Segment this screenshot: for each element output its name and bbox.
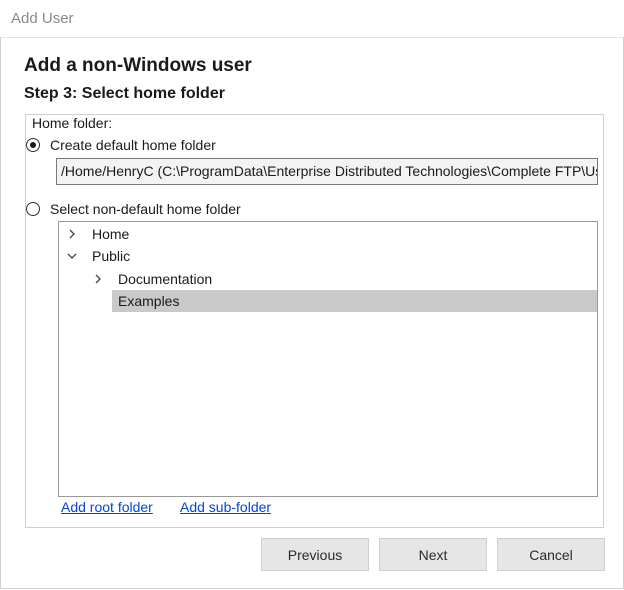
tree-node-label: Home <box>92 226 130 242</box>
cancel-button[interactable]: Cancel <box>497 538 605 571</box>
chevron-right-icon[interactable] <box>92 273 104 285</box>
tree-node-documentation[interactable]: Documentation <box>92 268 212 290</box>
folder-tree[interactable] <box>58 221 598 497</box>
tree-node-label: Public <box>92 248 131 264</box>
tree-node-home[interactable]: Home <box>66 223 129 245</box>
radio-select-non-default[interactable]: Select non-default home folder <box>26 201 241 217</box>
page-heading: Add a non-Windows user <box>24 55 252 76</box>
radio-create-default[interactable]: Create default home folder <box>26 137 216 153</box>
window-title: Add User <box>11 10 74 27</box>
tree-node-label: Examples <box>118 293 180 309</box>
previous-button[interactable]: Previous <box>261 538 369 571</box>
tree-selection-highlight <box>112 290 597 312</box>
tree-node-public[interactable]: Public <box>66 245 130 267</box>
title-bar: Add User <box>0 0 624 38</box>
tree-node-examples[interactable]: Examples <box>118 290 179 312</box>
chevron-down-icon[interactable] <box>66 250 78 262</box>
tree-node-label: Documentation <box>118 271 213 287</box>
home-folder-label: Home folder: <box>32 115 113 131</box>
chevron-right-icon[interactable] <box>66 228 78 240</box>
add-sub-folder-link[interactable]: Add sub-folder <box>180 499 271 515</box>
add-root-folder-link[interactable]: Add root folder <box>61 499 153 515</box>
radio-create-default-label: Create default home folder <box>50 137 216 153</box>
step-heading: Step 3: Select home folder <box>24 85 225 102</box>
radio-checked-icon[interactable] <box>26 138 40 152</box>
next-button[interactable]: Next <box>379 538 487 571</box>
default-home-path-field[interactable]: /Home/HenryC (C:\ProgramData\Enterprise … <box>56 158 598 185</box>
radio-unchecked-icon[interactable] <box>26 202 40 216</box>
radio-select-non-default-label: Select non-default home folder <box>50 201 241 217</box>
